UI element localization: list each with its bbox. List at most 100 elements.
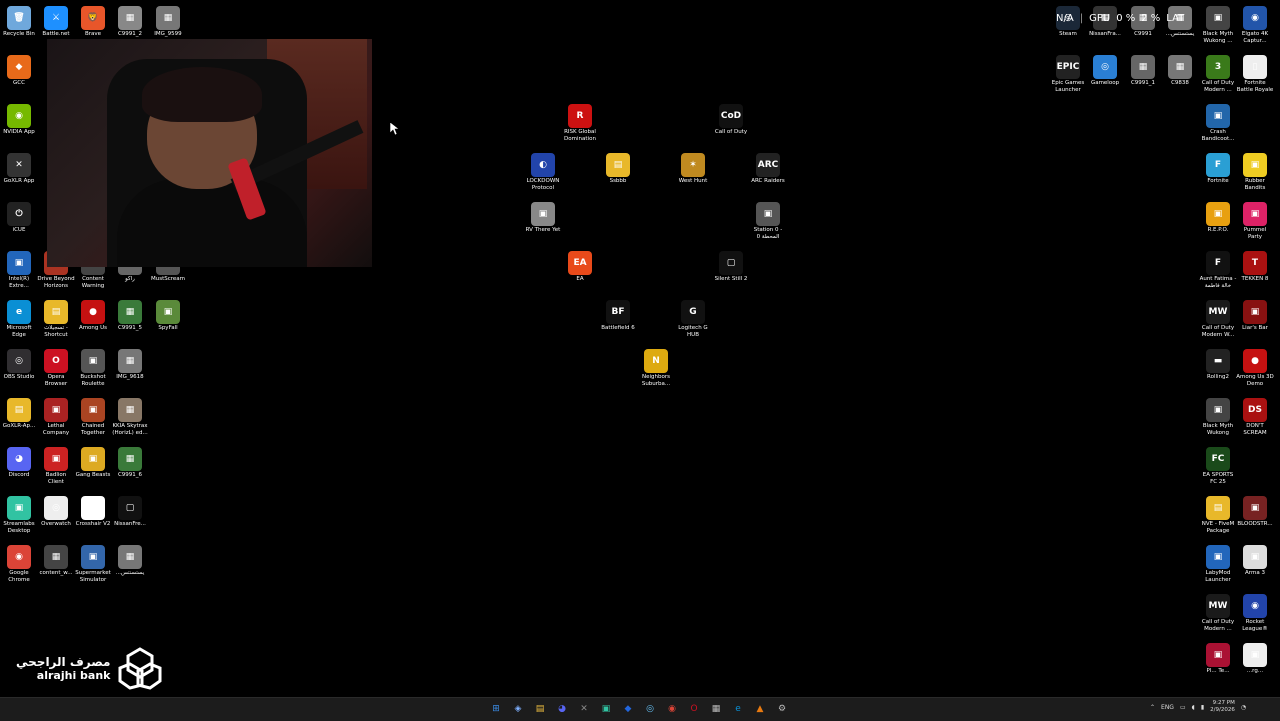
img-9618-icon: ▦ bbox=[118, 349, 142, 373]
desktop-icon-chained-together[interactable]: ▣ Chained Together bbox=[74, 398, 112, 437]
desktop-icon-c9991-2[interactable]: ▦ C9991_2 bbox=[111, 6, 149, 38]
desktop-icon-supermarket-simulator[interactable]: ▣ Supermarket Simulator bbox=[74, 545, 112, 584]
desktop-icon-content-w[interactable]: ▦ content_w... bbox=[37, 545, 75, 577]
notification-bell-icon[interactable]: ◔ bbox=[1241, 704, 1246, 711]
desktop-icon-nissanfre[interactable]: ▢ NissanFre... bbox=[111, 496, 149, 528]
desktop-icon-liar-s-bar[interactable]: ▣ Liar's Bar bbox=[1236, 300, 1274, 332]
desktop-icon-kkia-skytrax-horizl-ed[interactable]: ▦ KKIA Skytrax (HorizL) ed... bbox=[111, 398, 149, 437]
desktop-icon-crosshair-v2[interactable]: ✛ Crosshair V2 bbox=[74, 496, 112, 528]
taskbar-apps-grid-icon[interactable]: ▦ bbox=[708, 701, 724, 717]
desktop-icon-epic-games-launcher[interactable]: EPIC Epic Games Launcher bbox=[1049, 55, 1087, 94]
taskbar-chrome-icon[interactable]: ◉ bbox=[664, 701, 680, 717]
desktop-icon-recycle-bin[interactable]: 🗑 Recycle Bin bbox=[0, 6, 38, 38]
desktop-icon-among-us[interactable]: ● Among Us bbox=[74, 300, 112, 332]
desktop-icon-call-of-duty[interactable]: CoD Call of Duty bbox=[712, 104, 750, 136]
desktop-icon-call-of-duty-modern-w[interactable]: MW Call of Duty Modern W... bbox=[1199, 300, 1237, 339]
desktop-icon-gcc[interactable]: ◆ GCC bbox=[0, 55, 38, 87]
discord-icon: ◕ bbox=[7, 447, 31, 471]
desktop-icon-fortnite-battle-royale[interactable]: ▯ Fortnite Battle Royale bbox=[1236, 55, 1274, 94]
desktop-icon-logitech-g-hub[interactable]: G Logitech G HUB bbox=[674, 300, 712, 339]
desktop-icon-streamlabs-desktop[interactable]: ▣ Streamlabs Desktop bbox=[0, 496, 38, 535]
desktop-icon-rocket-league[interactable]: ◉ Rocket League® bbox=[1236, 594, 1274, 633]
desktop-icon-goxlr-app[interactable]: ✕ GoXLR App bbox=[0, 153, 38, 185]
desktop-icon-lockdown-protocol[interactable]: ◐ LOCKDOWN Protocol bbox=[524, 153, 562, 192]
desktop-icon-silent-still-2[interactable]: ▢ Silent Still 2 bbox=[712, 251, 750, 283]
desktop-icon-microsoft-edge[interactable]: e Microsoft Edge bbox=[0, 300, 38, 339]
desktop-icon-label: LOCKDOWN Protocol bbox=[526, 178, 560, 191]
desktop-icon-gameloop[interactable]: ◎ Gameloop bbox=[1086, 55, 1124, 87]
desktop-icon-risk-global-domination[interactable]: R RISK Global Domination bbox=[561, 104, 599, 143]
desktop-icon-lethal-company[interactable]: ▣ Lethal Company bbox=[37, 398, 75, 437]
desktop-icon-r-e-p-o[interactable]: ▣ R.E.P.O. bbox=[1199, 202, 1237, 234]
desktop-icon-ea-sports-fc-25[interactable]: FC EA SPORTS FC 25 bbox=[1199, 447, 1237, 486]
desktop-icon-labymod-launcher[interactable]: ▣ LabyMod Launcher bbox=[1199, 545, 1237, 584]
desktop-icon-buckshot-roulette[interactable]: ▣ Buckshot Roulette bbox=[74, 349, 112, 388]
desktop-icon-nve-fivem-package[interactable]: ▤ NVE - FiveM Package bbox=[1199, 496, 1237, 535]
desktop-icon-spyfall[interactable]: ▣ SpyFall bbox=[149, 300, 187, 332]
desktop-icon-rv-there-yet[interactable]: ▣ RV There Yet bbox=[524, 202, 562, 234]
desktop-icon-badlion-client[interactable]: ▣ Badlion Client bbox=[37, 447, 75, 486]
desktop-icon-c9991-1[interactable]: ▦ C9991_1 bbox=[1124, 55, 1162, 87]
desktop-icon-pl-te[interactable]: ▣ Pl... Te... bbox=[1199, 643, 1237, 675]
desktop-icon-aunt-fatima[interactable]: F Aunt Fatima - خالة فاطمة bbox=[1199, 251, 1237, 290]
desktop-icon-station-0-0[interactable]: ▣ Station 0 - المحطة 0 bbox=[749, 202, 787, 241]
battery-icon[interactable]: ▮ bbox=[1201, 704, 1204, 711]
desktop-icon-obs-studio[interactable]: ◎ OBS Studio bbox=[0, 349, 38, 381]
desktop-icon-ea[interactable]: EA EA bbox=[561, 251, 599, 283]
desktop-icon-rg[interactable]: ▣ ...rg... bbox=[1236, 643, 1274, 675]
desktop-icon-battle-net[interactable]: ⚔ Battle.net bbox=[37, 6, 75, 38]
desktop-icon-tekken-8[interactable]: T TEKKEN 8 bbox=[1236, 251, 1274, 283]
desktop-icon-goxlr-ap[interactable]: ▤ GoXLR-Ap... bbox=[0, 398, 38, 430]
desktop-icon-call-of-duty-modern[interactable]: 3 Call of Duty Modern ... bbox=[1199, 55, 1237, 94]
desktop-icon-rubber-bandits[interactable]: ▣ Rubber Bandits bbox=[1236, 153, 1274, 192]
desktop-icon-neighbors-suburba[interactable]: N Neighbors Suburba... bbox=[637, 349, 675, 388]
desktop-icon-img-9618[interactable]: ▦ IMG_9618 bbox=[111, 349, 149, 381]
desktop-icon-battlefield-6[interactable]: BF Battlefield 6 bbox=[599, 300, 637, 332]
desktop-icon-arma-3[interactable]: ▣ Arma 3 bbox=[1236, 545, 1274, 577]
network-icon[interactable]: ▭ bbox=[1180, 704, 1186, 711]
desktop-icon-black-myth-wukong[interactable]: ▣ Black Myth Wukong bbox=[1199, 398, 1237, 437]
desktop-icon-call-of-duty-modern[interactable]: MW Call of Duty Modern ... bbox=[1199, 594, 1237, 633]
taskbar-edge-icon[interactable]: e bbox=[730, 701, 746, 717]
desktop-icon-don-t-scream[interactable]: DS DON'T SCREAM bbox=[1236, 398, 1274, 437]
desktop-icon-ssbbb[interactable]: ▤ Ssbbb bbox=[599, 153, 637, 185]
desktop-icon-crash-bandicoot[interactable]: ▣ Crash Bandicoot... bbox=[1199, 104, 1237, 143]
taskbar-copilot-icon[interactable]: ◈ bbox=[510, 701, 526, 717]
taskbar-windows-start-icon[interactable]: ⊞ bbox=[488, 701, 504, 717]
desktop-icon-bloodstr[interactable]: ▣ BLOODSTR... bbox=[1236, 496, 1274, 528]
desktop-icon-arc-raiders[interactable]: ARC ARC Raiders bbox=[749, 153, 787, 185]
desktop-icon-c9991-5[interactable]: ▦ C9991_5 bbox=[111, 300, 149, 332]
desktop-icon-c9991-6[interactable]: ▦ C9991_6 bbox=[111, 447, 149, 479]
desktop-icon-pummel-party[interactable]: ▣ Pummel Party bbox=[1236, 202, 1274, 241]
taskbar-discord-icon[interactable]: ◕ bbox=[554, 701, 570, 717]
chevron-up-icon[interactable]: ⌃ bbox=[1150, 704, 1155, 711]
desktop-icon-west-hunt[interactable]: ✶ West Hunt bbox=[674, 153, 712, 185]
language-indicator[interactable]: ENG bbox=[1161, 704, 1174, 711]
desktop-icon-brave[interactable]: 🦁 Brave bbox=[74, 6, 112, 38]
desktop-icon-google-chrome[interactable]: ◉ Google Chrome bbox=[0, 545, 38, 584]
desktop-icon-discord[interactable]: ◕ Discord bbox=[0, 447, 38, 479]
desktop-icon-among-us-3d-demo[interactable]: ● Among Us 3D Demo bbox=[1236, 349, 1274, 388]
volume-icon[interactable]: ◖ bbox=[1192, 704, 1195, 711]
taskbar-streamlabs-icon[interactable]: ▣ bbox=[598, 701, 614, 717]
desktop-icon-nvidia-app[interactable]: ◉ NVIDIA App bbox=[0, 104, 38, 136]
taskbar-settings-icon[interactable]: ⚙ bbox=[774, 701, 790, 717]
desktop-icon-intel-r-extre[interactable]: ▣ Intel(R) Extre... bbox=[0, 251, 38, 290]
taskbar-goxlr-icon[interactable]: ✕ bbox=[576, 701, 592, 717]
clock[interactable]: 9:27 PM 2/9/2026 bbox=[1210, 700, 1235, 714]
taskbar-vlc-like-icon[interactable]: ▲ bbox=[752, 701, 768, 717]
desktop-icon-icue[interactable]: ⏻ iCUE bbox=[0, 202, 38, 234]
desktop-icon-fortnite[interactable]: F Fortnite bbox=[1199, 153, 1237, 185]
taskbar-bluetooth-app-icon[interactable]: ◆ bbox=[620, 701, 636, 717]
desktop-icon-c9838[interactable]: ▦ C9838 bbox=[1161, 55, 1199, 87]
desktop-icon-item[interactable]: ▦ ...يستسنتس bbox=[111, 545, 149, 577]
desktop-icon-rolling2[interactable]: ▬ Rolling2 bbox=[1199, 349, 1237, 381]
taskbar-opera-icon[interactable]: O bbox=[686, 701, 702, 717]
desktop-icon-shortcut[interactable]: ▤ تسجيلات - Shortcut bbox=[37, 300, 75, 339]
taskbar-file-explorer-icon[interactable]: ▤ bbox=[532, 701, 548, 717]
desktop-icon-img-9599[interactable]: ▦ IMG_9599 bbox=[149, 6, 187, 38]
desktop-icon-overwatch[interactable]: ◎ Overwatch bbox=[37, 496, 75, 528]
desktop-icon-gang-beasts[interactable]: ▣ Gang Beasts bbox=[74, 447, 112, 479]
taskbar-steam-icon[interactable]: ◎ bbox=[642, 701, 658, 717]
desktop-icon-opera-browser[interactable]: O Opera Browser bbox=[37, 349, 75, 388]
